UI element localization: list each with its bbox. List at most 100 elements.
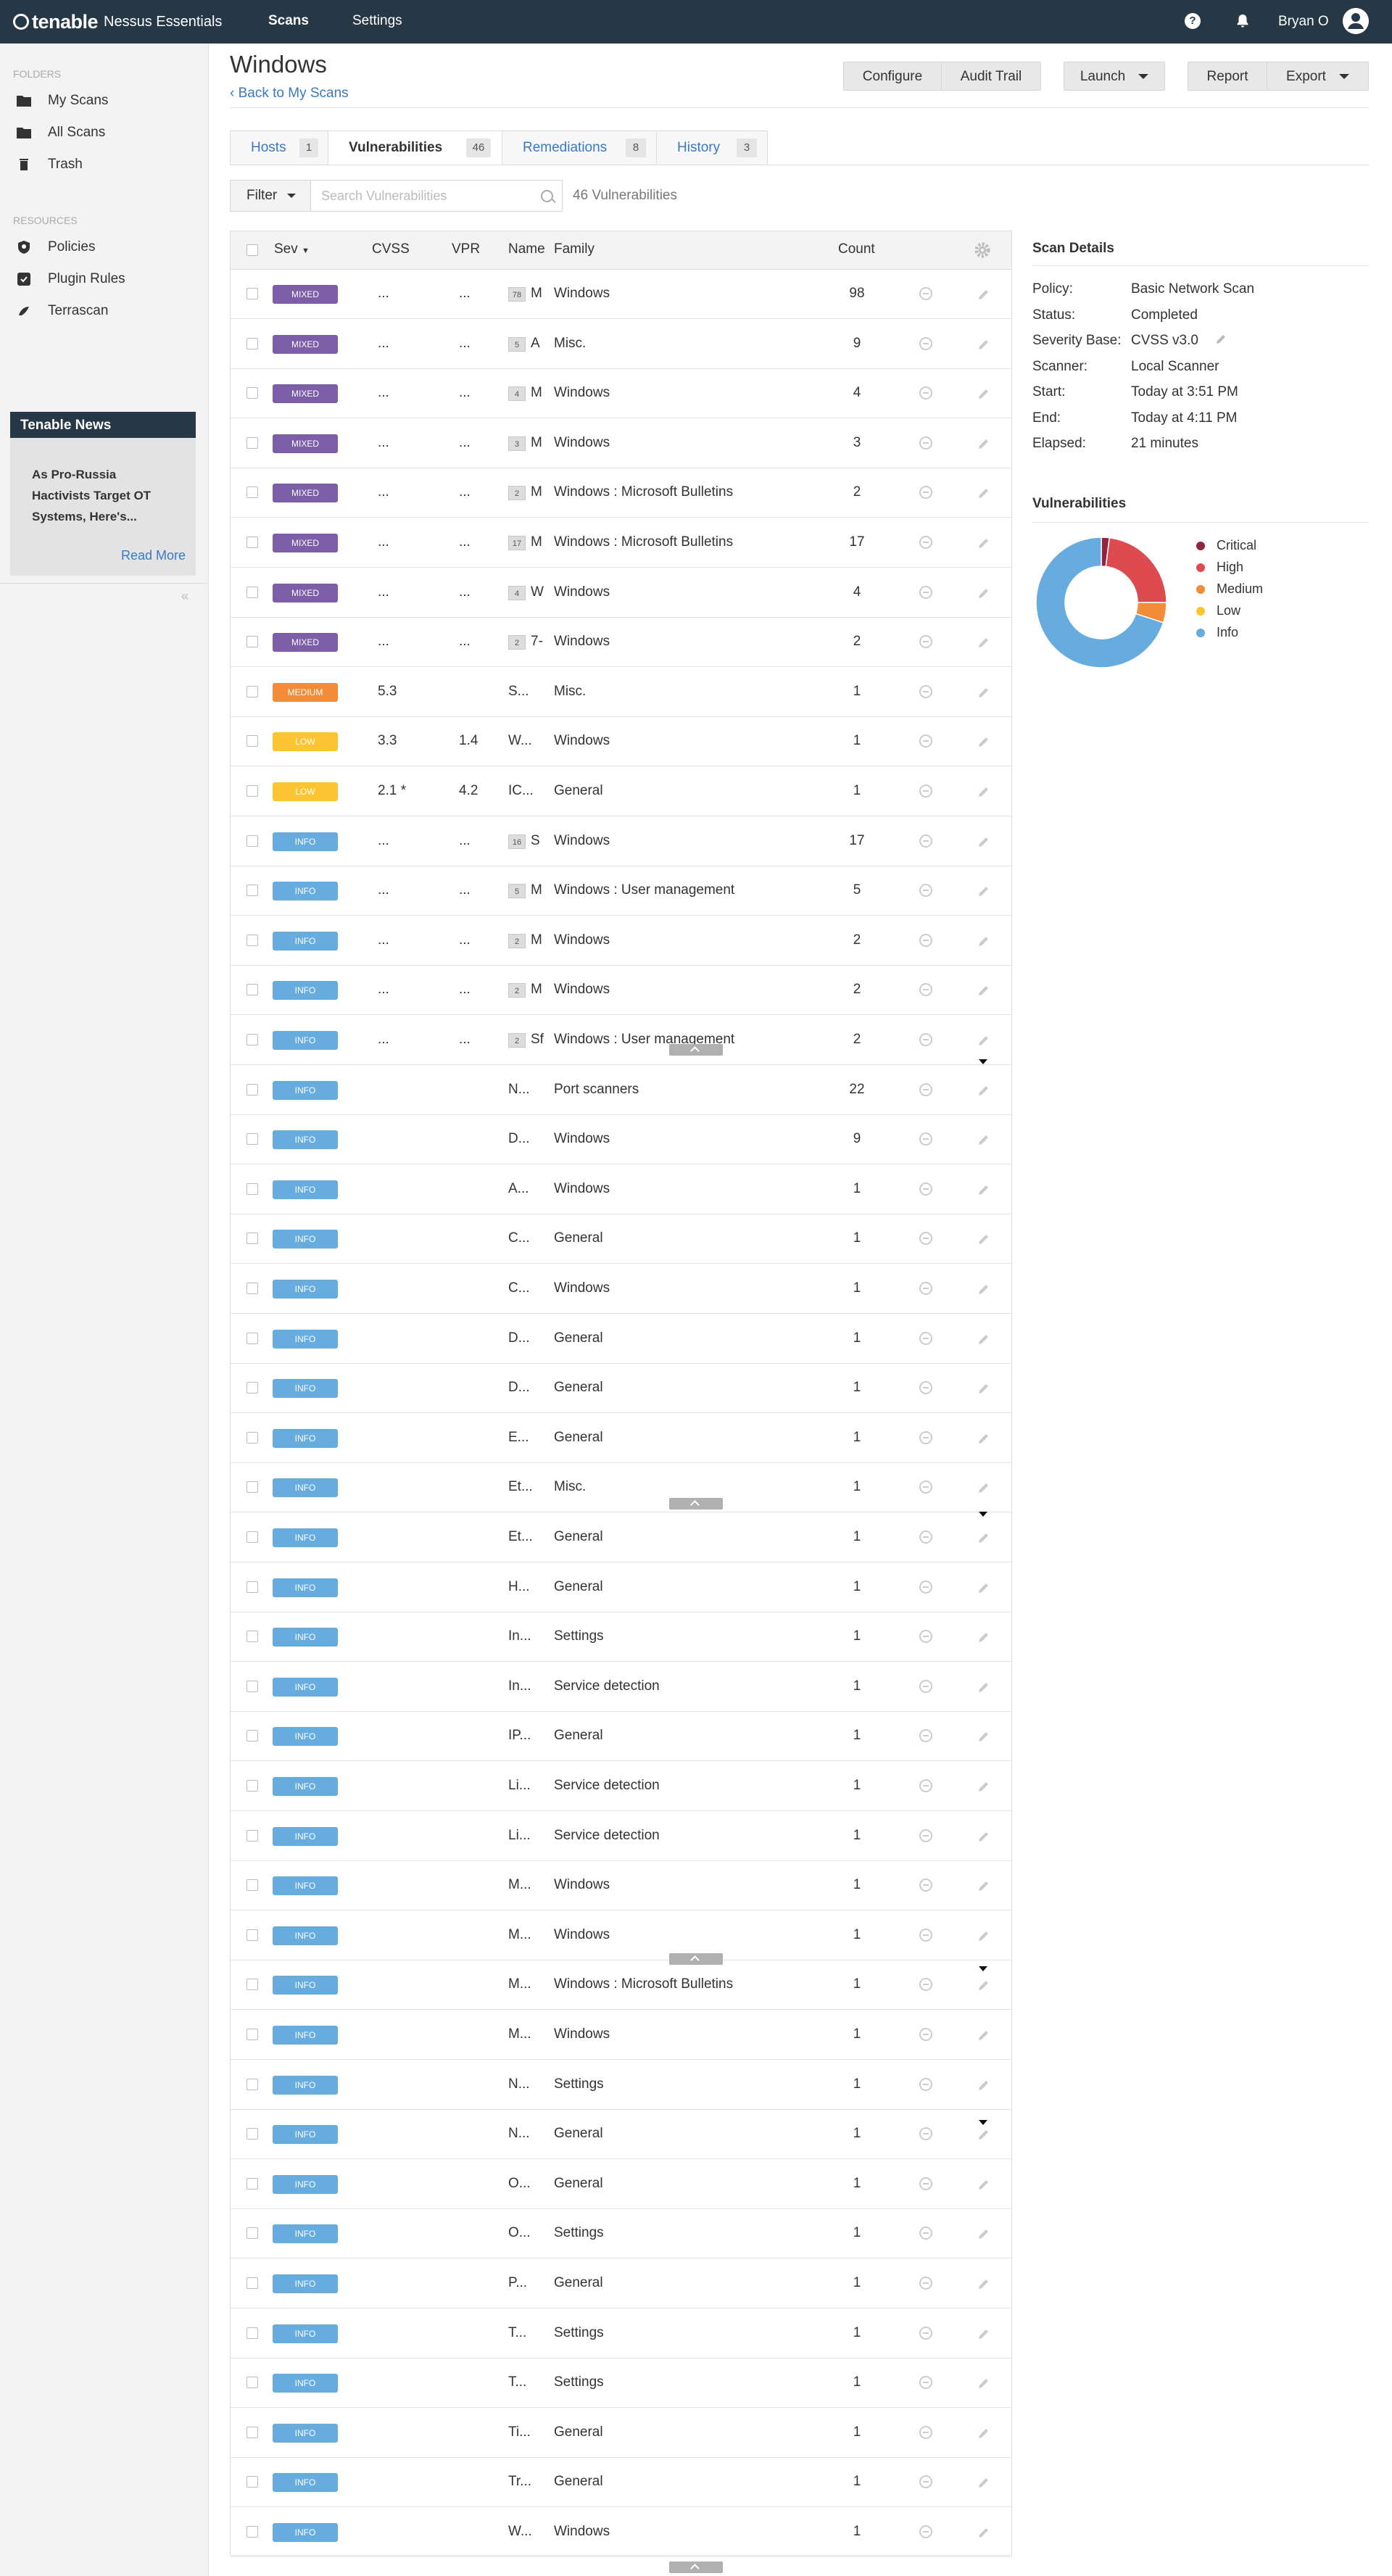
edit-pencil-icon[interactable] [977, 834, 991, 849]
table-row[interactable]: INFO E... General 1 [231, 1413, 1011, 1463]
plugin-name[interactable]: M [531, 286, 552, 302]
snooze-icon[interactable] [919, 1580, 932, 1594]
edit-pencil-icon[interactable] [977, 536, 991, 550]
table-row[interactable]: MIXED...... 5 A Misc. 9 [231, 319, 1011, 369]
snooze-icon[interactable] [919, 1182, 932, 1196]
row-checkbox[interactable] [246, 2526, 258, 2538]
row-checkbox[interactable] [246, 2128, 258, 2140]
row-checkbox[interactable] [246, 1780, 258, 1792]
edit-pencil-icon[interactable] [977, 436, 991, 451]
read-more-link[interactable]: Read More [121, 548, 186, 563]
tab-history[interactable]: History 3 [656, 131, 768, 165]
plugin-name[interactable]: N... [508, 2076, 552, 2092]
table-row[interactable]: MIXED...... 17 M Windows : Microsoft Bullet… [231, 518, 1011, 568]
snooze-icon[interactable] [919, 1232, 932, 1246]
edit-pencil-icon[interactable] [977, 784, 991, 799]
edit-pencil-icon[interactable] [977, 1680, 991, 1694]
table-row[interactable]: INFO M... Windows 1 [231, 1910, 1011, 1960]
plugin-name[interactable]: M [531, 982, 552, 998]
edit-pencil-icon[interactable] [977, 1581, 991, 1595]
snooze-icon[interactable] [919, 1331, 932, 1345]
row-checkbox[interactable] [246, 2227, 258, 2240]
row-checkbox[interactable] [246, 486, 258, 499]
table-row[interactable]: LOW 2.1 * 4.2 IC... General 1 [231, 766, 1011, 816]
table-row[interactable]: INFO P... General 1 [231, 2258, 1011, 2308]
plugin-name[interactable]: T... [508, 2325, 552, 2341]
edit-pencil-icon[interactable] [977, 1978, 991, 1992]
legend-item[interactable]: Low [1196, 603, 1240, 618]
row-checkbox[interactable] [246, 1133, 258, 1146]
scroll-top-button[interactable] [669, 2561, 723, 2573]
edit-pencil-icon[interactable] [977, 1332, 991, 1346]
plugin-name[interactable]: M... [508, 2026, 552, 2042]
snooze-icon[interactable] [919, 1082, 932, 1096]
snooze-icon[interactable] [919, 784, 932, 798]
plugin-name[interactable]: Ti... [508, 2424, 552, 2440]
snooze-icon[interactable] [919, 2326, 932, 2340]
snooze-icon[interactable] [919, 635, 932, 649]
plugin-name[interactable]: Li... [508, 1778, 552, 1794]
export-button[interactable]: Export [1267, 62, 1369, 91]
snooze-icon[interactable] [919, 834, 932, 848]
user-name[interactable]: Bryan O [1278, 14, 1329, 30]
plugin-name[interactable]: C... [508, 1230, 552, 1246]
table-row[interactable]: INFO Et... General 1 [231, 1512, 1011, 1562]
donut-slice-high[interactable] [1105, 537, 1167, 603]
edit-pencil-icon[interactable] [977, 1282, 991, 1296]
edit-pencil-icon[interactable] [977, 734, 991, 749]
table-row[interactable]: INFO Li... Service detection 1 [231, 1811, 1011, 1861]
table-row[interactable]: INFO M... Windows : Microsoft Bulletins 1 [231, 1960, 1011, 2010]
plugin-name[interactable]: Et... [508, 1479, 552, 1495]
edit-pencil-icon[interactable] [977, 1779, 991, 1794]
collapse-sidebar-icon[interactable]: « [181, 589, 188, 604]
help-icon[interactable]: ? [1185, 13, 1201, 29]
back-link[interactable]: ‹ Back to My Scans [230, 86, 349, 102]
edit-pencil-icon[interactable] [977, 2376, 991, 2390]
edit-pencil-icon[interactable] [977, 1183, 991, 1197]
edit-pencil-icon[interactable] [977, 983, 991, 998]
plugin-name[interactable]: M [531, 932, 552, 948]
table-row[interactable]: INFO T... Settings 1 [231, 2358, 1011, 2409]
edit-pencil-icon[interactable] [977, 1879, 991, 1893]
table-row[interactable]: INFO Tr... General 1 [231, 2457, 1011, 2508]
edit-pencil-icon[interactable] [977, 1929, 991, 1943]
legend-item[interactable]: Info [1196, 625, 1238, 640]
table-row[interactable]: INFO...... 2 Sf Windows : User management 2 [231, 1015, 1011, 1065]
snooze-icon[interactable] [919, 536, 932, 549]
table-row[interactable]: MIXED...... 78 M Windows 98 [231, 269, 1011, 319]
plugin-name[interactable]: D... [508, 1380, 552, 1396]
plugin-name[interactable]: M [531, 484, 552, 500]
table-row[interactable]: MIXED...... 4 M Windows 4 [231, 368, 1011, 419]
plugin-name[interactable]: P... [508, 2275, 552, 2291]
table-row[interactable]: MIXED...... 2 7- Windows 2 [231, 617, 1011, 668]
snooze-icon[interactable] [919, 1779, 932, 1792]
edit-pencil-icon[interactable] [977, 1033, 991, 1048]
row-checkbox[interactable] [246, 586, 258, 598]
row-checkbox[interactable] [246, 1431, 258, 1444]
snooze-icon[interactable] [919, 2227, 932, 2240]
tab-vulnerabilities[interactable]: Vulnerabilities 46 [328, 131, 502, 165]
row-checkbox[interactable] [246, 1631, 258, 1643]
row-checkbox[interactable] [246, 685, 258, 697]
col-vpr[interactable]: VPR [452, 241, 480, 257]
plugin-name[interactable]: O... [508, 2176, 552, 2192]
snooze-icon[interactable] [919, 933, 932, 947]
row-checkbox[interactable] [246, 436, 258, 449]
vulnerabilities-donut-chart[interactable] [1032, 534, 1170, 671]
snooze-icon[interactable] [919, 386, 932, 400]
table-row[interactable]: INFO O... General 1 [231, 2159, 1011, 2209]
snooze-icon[interactable] [919, 287, 932, 300]
legend-item[interactable]: Medium [1196, 581, 1263, 597]
row-checkbox[interactable] [246, 984, 258, 996]
plugin-name[interactable]: W... [508, 733, 552, 749]
edit-pencil-icon[interactable] [977, 1630, 991, 1644]
plugin-name[interactable]: M [531, 534, 552, 550]
table-row[interactable]: INFO M... Windows 1 [231, 1860, 1011, 1911]
edit-pencil-icon[interactable] [977, 635, 991, 650]
search-icon[interactable] [541, 190, 553, 202]
plugin-name[interactable]: A... [508, 1181, 552, 1197]
avatar-icon[interactable] [1343, 8, 1369, 34]
edit-pencil-icon[interactable] [977, 2475, 991, 2490]
snooze-icon[interactable] [919, 1928, 932, 1942]
row-checkbox[interactable] [246, 785, 258, 797]
